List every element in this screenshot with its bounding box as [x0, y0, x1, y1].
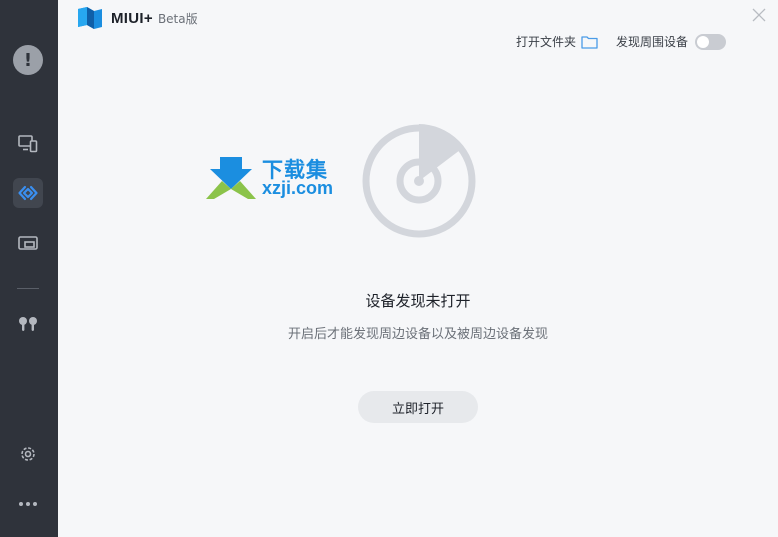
- radar-icon: [362, 124, 476, 238]
- sidebar: !: [0, 0, 58, 537]
- empty-state-heading: 设备发现未打开: [365, 292, 471, 310]
- discover-devices-label: 发现周围设备: [616, 35, 689, 49]
- toolbar: 打开文件夹 发现周围设备: [516, 33, 727, 50]
- watermark-subtitle: xzji.com: [262, 178, 334, 198]
- alert-icon[interactable]: !: [13, 45, 43, 75]
- sidebar-divider: [17, 288, 39, 289]
- app-logo: MIUI+ Beta版: [77, 6, 198, 30]
- close-icon[interactable]: [752, 8, 766, 22]
- app-name: MIUI+: [111, 9, 153, 27]
- more-icon[interactable]: [13, 489, 43, 519]
- settings-icon[interactable]: [13, 439, 43, 469]
- screen-cast-icon[interactable]: [13, 228, 43, 258]
- miui-logo-icon: [78, 7, 102, 29]
- nearby-share-icon[interactable]: [13, 178, 43, 208]
- discover-devices-toggle[interactable]: [695, 33, 727, 50]
- beta-badge: Beta版: [157, 11, 198, 26]
- folder-icon[interactable]: [581, 35, 598, 49]
- devices-icon[interactable]: [13, 129, 43, 159]
- earbuds-icon[interactable]: [13, 309, 43, 339]
- download-arrow-logo-icon: [206, 157, 256, 199]
- open-folder-button[interactable]: 打开文件夹: [516, 33, 576, 50]
- empty-state-description: 开启后才能发现周边设备以及被周边设备发现: [287, 327, 548, 342]
- main-panel: MIUI+ Beta版 打开文件夹 发现周围设备 下载集 xzji.com 设备…: [58, 0, 778, 537]
- watermark: 下载集 xzji.com: [204, 155, 344, 205]
- open-now-button[interactable]: 立即打开: [358, 391, 478, 423]
- toggle-knob: [697, 35, 710, 48]
